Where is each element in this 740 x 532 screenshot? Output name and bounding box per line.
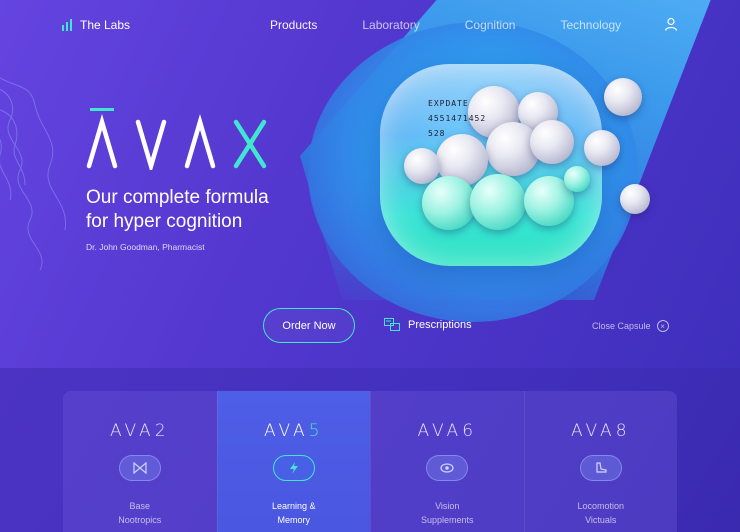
sphere	[422, 176, 476, 230]
lightning-icon	[289, 462, 298, 474]
product-desc: Base Nootropics	[118, 501, 162, 525]
product-desc: Learning & Memory	[271, 501, 316, 525]
avax-logo	[86, 108, 267, 170]
close-capsule-label: Close Capsule	[592, 321, 651, 331]
product-title: AVA2	[109, 421, 170, 441]
sphere	[564, 166, 590, 192]
order-now-button[interactable]: Order Now	[263, 308, 355, 343]
nav-link-technology[interactable]: Technology	[560, 18, 621, 32]
product-title: AVA5	[263, 421, 324, 441]
hero-headline: Our complete formula for hyper cognition	[86, 187, 269, 232]
hero-section: EXPDATE 4551471452 528 The Labs Products…	[0, 0, 740, 368]
contour-lines-decoration	[0, 77, 67, 270]
nav-link-products[interactable]: Products	[270, 18, 317, 32]
product-icon-pill[interactable]	[272, 455, 315, 481]
prescriptions-label: Prescriptions	[408, 318, 472, 331]
sphere	[530, 120, 574, 164]
boot-icon	[596, 462, 607, 473]
close-icon: ×	[656, 320, 669, 332]
capsule-label: EXPDATE 4551471452 528	[428, 99, 487, 138]
user-icon[interactable]	[664, 17, 678, 31]
product-icon-pill[interactable]	[118, 455, 161, 481]
nav-link-laboratory[interactable]: Laboratory	[362, 18, 419, 32]
product-icon-pill[interactable]	[426, 455, 469, 481]
sphere	[620, 184, 650, 214]
product-cards: AVA2 Base Nootropics AVA5 Learning & Memor…	[63, 391, 677, 532]
bar-chart-icon	[62, 19, 72, 31]
product-icon-pill[interactable]	[579, 455, 622, 481]
close-capsule-button[interactable]: Close Capsule ×	[592, 320, 669, 332]
product-card-ava5[interactable]: AVA5 Learning & Memory	[216, 391, 370, 532]
product-title: AVA6	[417, 421, 478, 441]
prescription-icon	[384, 318, 400, 331]
product-card-ava2[interactable]: AVA2 Base Nootropics	[63, 391, 217, 532]
prescriptions-link[interactable]: Prescriptions	[384, 318, 472, 331]
product-desc: Vision Supplements	[420, 501, 474, 525]
sphere	[584, 130, 620, 166]
top-nav: The Labs Products Laboratory Cognition T…	[0, 0, 740, 50]
product-card-ava8[interactable]: AVA8 Locomotion Victuals	[523, 391, 677, 532]
nav-links: Products Laboratory Cognition Technology	[270, 18, 621, 32]
hero-author: Dr. John Goodman, Pharmacist	[86, 242, 205, 252]
product-card-ava6[interactable]: AVA6 Vision Supplements	[370, 391, 524, 532]
sphere	[470, 174, 526, 230]
product-title: AVA8	[570, 421, 631, 441]
nav-link-cognition[interactable]: Cognition	[465, 18, 516, 32]
brand[interactable]: The Labs	[62, 18, 130, 32]
sphere	[604, 78, 642, 116]
brand-name: The Labs	[80, 18, 131, 32]
eye-icon	[440, 463, 454, 473]
bowtie-icon	[133, 462, 147, 474]
product-desc: Locomotion Victuals	[577, 501, 625, 525]
